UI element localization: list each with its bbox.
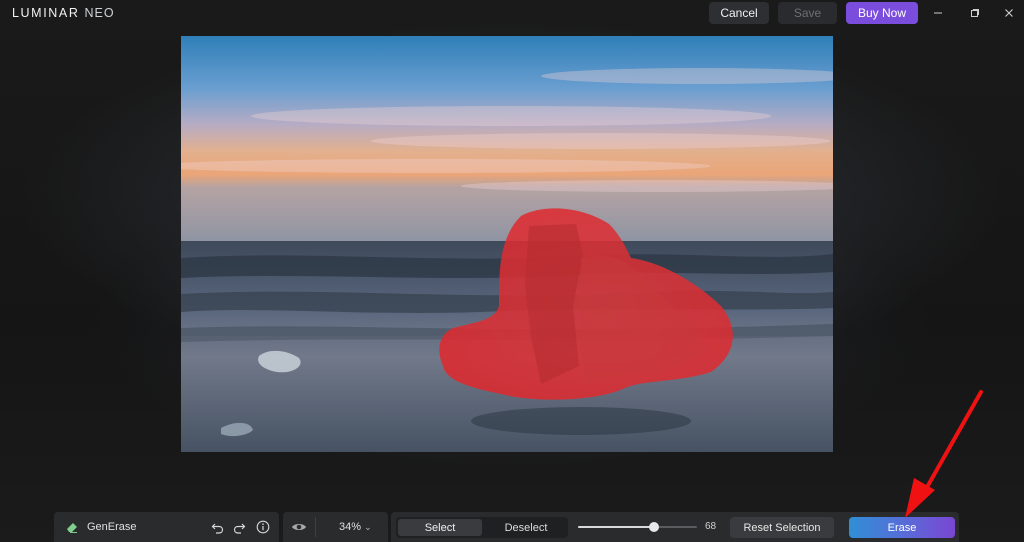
selection-panel: Select Deselect 68 Reset Selection Erase	[391, 512, 959, 542]
redo-icon[interactable]	[231, 519, 247, 535]
close-icon[interactable]	[998, 4, 1020, 22]
eraser-icon	[67, 523, 77, 533]
restore-icon[interactable]	[964, 4, 986, 22]
logo-text: LUMINAR	[12, 6, 85, 20]
buy-now-button[interactable]: Buy Now	[846, 2, 918, 24]
deselect-button[interactable]: Deselect	[486, 519, 566, 536]
logo-neo-text: NEO	[84, 6, 115, 20]
chevron-down-icon: ⌄	[364, 522, 372, 532]
view-panel: 34% ⌄	[283, 512, 388, 542]
brush-size-slider[interactable]	[578, 522, 697, 532]
info-icon[interactable]	[255, 519, 271, 535]
app-logo: LUMINAR NEO	[12, 6, 115, 20]
save-button[interactable]: Save	[778, 2, 837, 24]
zoom-level[interactable]: 34% ⌄	[339, 521, 372, 533]
eye-icon[interactable]	[291, 519, 307, 535]
erase-button[interactable]: Erase	[849, 517, 955, 538]
select-button[interactable]: Select	[398, 519, 482, 536]
cancel-button[interactable]: Cancel	[709, 2, 769, 24]
tool-panel: GenErase	[54, 512, 279, 542]
photo-canvas[interactable]	[181, 36, 833, 452]
select-deselect-toggle: Select Deselect	[396, 517, 568, 538]
tool-name: GenErase	[87, 521, 137, 533]
divider	[315, 517, 316, 537]
slider-handle[interactable]	[649, 522, 660, 532]
slider-fill	[578, 526, 655, 528]
reset-selection-button[interactable]: Reset Selection	[730, 517, 834, 538]
undo-icon[interactable]	[209, 519, 225, 535]
minimize-icon[interactable]	[927, 4, 949, 22]
brush-size-value: 68	[705, 521, 717, 532]
zoom-value: 34%	[339, 521, 362, 533]
